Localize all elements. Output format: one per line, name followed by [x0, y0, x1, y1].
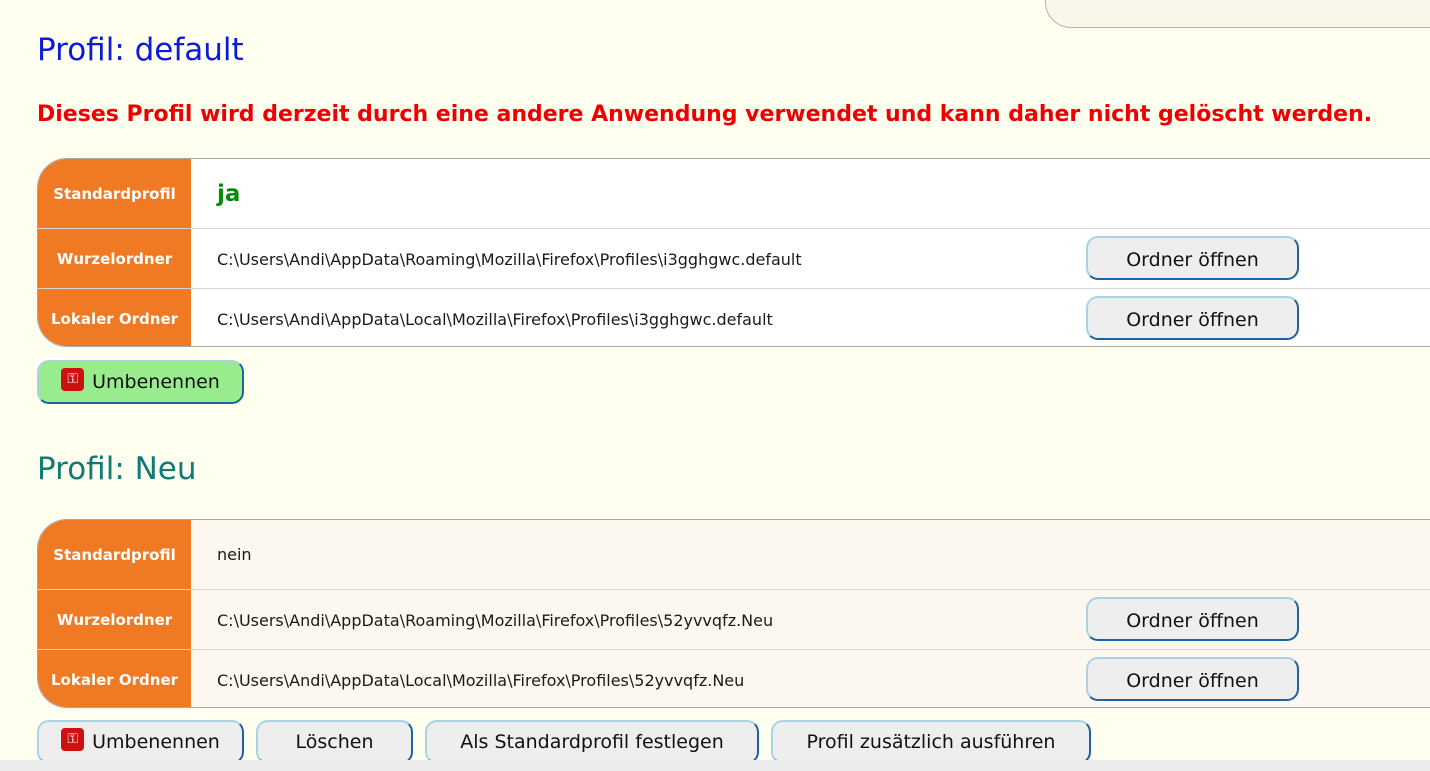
row-root-folder: Wurzelordner C:\Users\Andi\AppData\Roami…	[38, 228, 1430, 289]
standard-profile-value: ja	[217, 180, 241, 207]
row-label: Standardprofil	[38, 520, 191, 589]
row-root-folder: Wurzelordner C:\Users\Andi\AppData\Roami…	[38, 589, 1430, 650]
row-standard-profile: Standardprofil nein	[38, 520, 1430, 589]
top-tab-edge	[1045, 0, 1430, 28]
profile-title-neu: Profil: Neu	[37, 451, 197, 487]
profile-info-table-neu: Standardprofil nein Wurzelordner C:\User…	[37, 519, 1430, 708]
key-icon: ⚿	[61, 727, 85, 751]
row-label: Lokaler Ordner	[38, 289, 191, 346]
open-local-folder-button[interactable]: Ordner öffnen	[1086, 296, 1299, 340]
rename-button[interactable]: ⚿ Umbenennen	[37, 720, 244, 764]
local-folder-path: C:\Users\Andi\AppData\Local\Mozilla\Fire…	[217, 670, 745, 690]
open-local-folder-button[interactable]: Ordner öffnen	[1086, 657, 1299, 701]
row-label: Lokaler Ordner	[38, 650, 191, 707]
row-local-folder: Lokaler Ordner C:\Users\Andi\AppData\Loc…	[38, 288, 1430, 346]
profile-title-default: Profil: default	[37, 32, 244, 68]
open-root-folder-button[interactable]: Ordner öffnen	[1086, 236, 1299, 280]
horizontal-scrollbar[interactable]	[0, 760, 1430, 771]
row-label: Standardprofil	[38, 159, 191, 228]
rename-label: Umbenennen	[92, 731, 220, 753]
rename-label: Umbenennen	[92, 371, 220, 393]
root-folder-path: C:\Users\Andi\AppData\Roaming\Mozilla\Fi…	[217, 610, 774, 630]
rename-button[interactable]: ⚿ Umbenennen	[37, 360, 244, 404]
key-icon: ⚿	[61, 367, 85, 391]
local-folder-path: C:\Users\Andi\AppData\Local\Mozilla\Fire…	[217, 309, 773, 329]
run-profile-additionally-button[interactable]: Profil zusätzlich ausführen	[771, 720, 1091, 764]
profile-info-table-default: Standardprofil ja Wurzelordner C:\Users\…	[37, 158, 1430, 347]
row-standard-profile: Standardprofil ja	[38, 159, 1430, 228]
root-folder-path: C:\Users\Andi\AppData\Roaming\Mozilla\Fi…	[217, 249, 802, 269]
standard-profile-value: nein	[217, 545, 252, 564]
row-label: Wurzelordner	[38, 229, 191, 289]
row-local-folder: Lokaler Ordner C:\Users\Andi\AppData\Loc…	[38, 649, 1430, 707]
row-label: Wurzelordner	[38, 590, 191, 650]
in-use-warning: Dieses Profil wird derzeit durch eine an…	[37, 102, 1373, 127]
open-root-folder-button[interactable]: Ordner öffnen	[1086, 597, 1299, 641]
set-default-profile-button[interactable]: Als Standardprofil festlegen	[425, 720, 759, 764]
delete-button[interactable]: Löschen	[256, 720, 413, 764]
